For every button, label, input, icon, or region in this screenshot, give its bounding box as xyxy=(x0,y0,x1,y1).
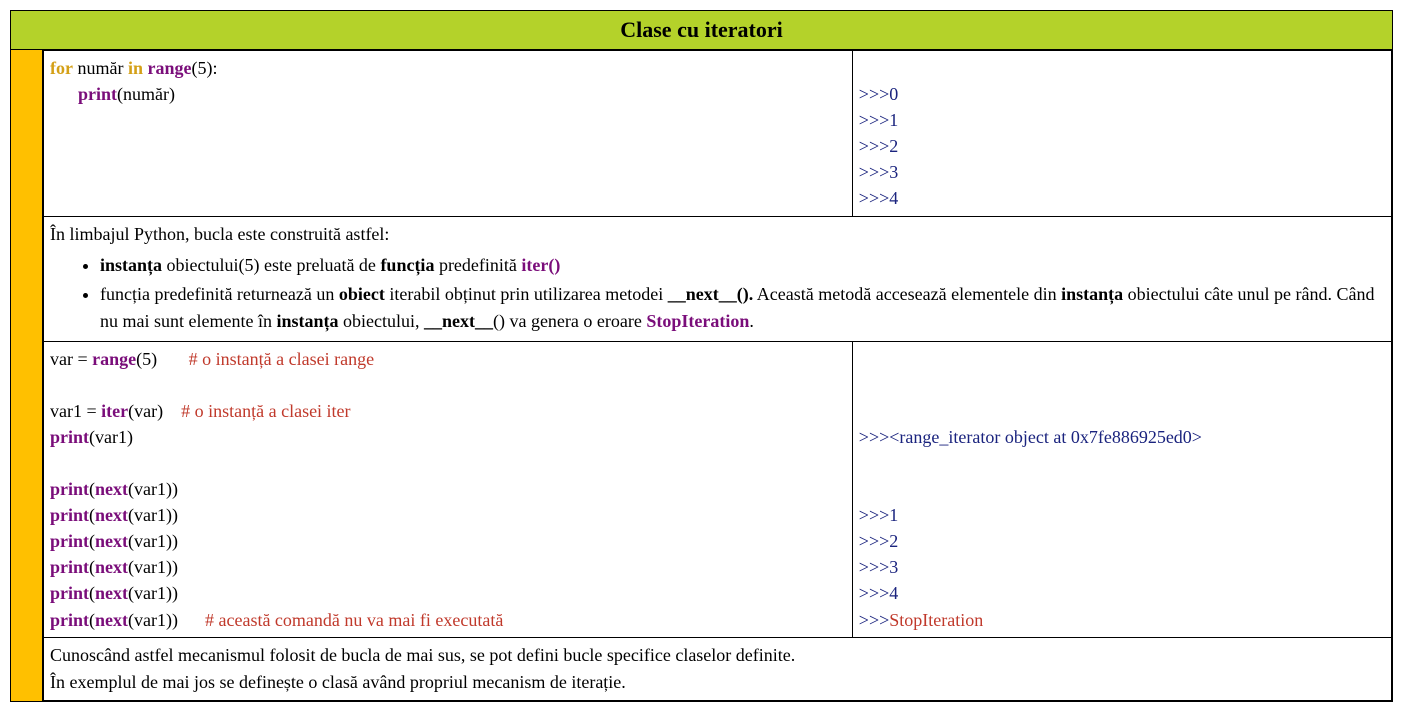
code-text: (var1)) xyxy=(128,479,178,499)
kw-iter: iter xyxy=(101,401,128,421)
kw-next: next xyxy=(95,505,128,525)
bullet-list: instanța obiectului(5) este preluată de … xyxy=(50,252,1385,335)
output-value: 0 xyxy=(889,84,898,104)
kw-in: in xyxy=(128,58,143,78)
bold-text: obiect xyxy=(339,284,385,304)
prompt: >>> xyxy=(859,557,889,577)
code-text: (var1)) xyxy=(128,557,178,577)
table-header: Clase cu iteratori xyxy=(11,11,1393,50)
prompt: >>> xyxy=(859,427,889,447)
code-text: (var1) xyxy=(89,427,133,447)
prompt: >>> xyxy=(859,188,889,208)
example-row-1: for număr in range(5): print(număr) >>>0… xyxy=(44,51,1392,217)
bold-text: instanța xyxy=(100,255,162,275)
kw-iter: iter() xyxy=(521,255,560,275)
explanation-cell-2: Cunoscând astfel mecanismul folosit de b… xyxy=(44,637,1392,700)
kw-print: print xyxy=(78,84,117,104)
output-value: 2 xyxy=(889,136,898,156)
bold-text: funcția xyxy=(380,255,434,275)
text: Această metodă accesează elementele din xyxy=(753,284,1061,304)
kw-print: print xyxy=(50,583,89,603)
text: obiectului(5) este preluată de xyxy=(162,255,380,275)
output-value: 4 xyxy=(889,188,898,208)
text: iterabil obținut prin utilizarea metodei xyxy=(385,284,668,304)
bullet-1: instanța obiectului(5) este preluată de … xyxy=(100,252,1385,279)
example-row-2: var = range(5) # o instanță a clasei ran… xyxy=(44,341,1392,637)
text: obiectului, xyxy=(338,311,423,331)
output-value: <range_iterator object at 0x7fe886925ed0… xyxy=(889,427,1202,447)
code-text: (var1)) xyxy=(128,583,178,603)
side-marker xyxy=(11,50,43,702)
prompt: >>> xyxy=(859,162,889,182)
kw-print: print xyxy=(50,531,89,551)
code-comment: # o instanță a clasei iter xyxy=(181,401,350,421)
prompt: >>> xyxy=(859,84,889,104)
output-cell-1: >>>0 >>>1 >>>2 >>>3 >>>4 xyxy=(852,51,1391,217)
prompt: >>> xyxy=(859,610,889,630)
kw-print: print xyxy=(50,505,89,525)
bold-text: __next__ xyxy=(424,311,493,331)
prompt: >>> xyxy=(859,531,889,551)
explanation-row-2: Cunoscând astfel mecanismul folosit de b… xyxy=(44,637,1392,700)
code-cell-2: var = range(5) # o instanță a clasei ran… xyxy=(44,341,853,637)
text: () va genera o eroare xyxy=(493,311,646,331)
output-cell-2: >>><range_iterator object at 0x7fe886925… xyxy=(852,341,1391,637)
kw-print: print xyxy=(50,557,89,577)
code-text: var = xyxy=(50,349,92,369)
output-value: 4 xyxy=(889,583,898,603)
kw-print: print xyxy=(50,479,89,499)
kw-range: range xyxy=(92,349,136,369)
output-value: 3 xyxy=(889,162,898,182)
kw-next: next xyxy=(95,557,128,577)
code-comment: # această comandă nu va mai fi executată xyxy=(205,610,503,630)
kw-next: next xyxy=(95,479,128,499)
lesson-table: Clase cu iteratori for număr in range(5)… xyxy=(10,10,1393,702)
output-value: 2 xyxy=(889,531,898,551)
code-text: var1 = xyxy=(50,401,101,421)
code-comment: # o instanță a clasei range xyxy=(189,349,374,369)
output-value: 3 xyxy=(889,557,898,577)
code-cell-1: for număr in range(5): print(număr) xyxy=(44,51,853,217)
code-text: (var1)) xyxy=(128,610,178,630)
explanation-row-1: În limbajul Python, bucla este construit… xyxy=(44,216,1392,341)
output-value: 1 xyxy=(889,110,898,130)
kw-next: next xyxy=(95,531,128,551)
kw-stopiteration: StopIteration xyxy=(646,311,749,331)
code-text: (număr) xyxy=(117,84,175,104)
prompt: >>> xyxy=(859,505,889,525)
prompt: >>> xyxy=(859,583,889,603)
bullet-2: funcția predefinită returnează un obiect… xyxy=(100,281,1385,335)
text: predefinită xyxy=(434,255,521,275)
code-text: (5): xyxy=(191,58,217,78)
inner-table: for număr in range(5): print(număr) >>>0… xyxy=(43,50,1392,701)
bold-text: instanța xyxy=(276,311,338,331)
code-text: număr xyxy=(73,58,128,78)
bold-text: instanța xyxy=(1061,284,1123,304)
content-cell: for număr in range(5): print(număr) >>>0… xyxy=(43,50,1393,702)
kw-for: for xyxy=(50,58,73,78)
prompt: >>> xyxy=(859,110,889,130)
code-text: (var1)) xyxy=(128,531,178,551)
kw-print: print xyxy=(50,610,89,630)
explanation-line-1: Cunoscând astfel mecanismul folosit de b… xyxy=(50,642,1385,669)
output-error: StopIteration xyxy=(889,610,983,630)
code-text: (5) xyxy=(136,349,157,369)
kw-next: next xyxy=(95,610,128,630)
kw-range: range xyxy=(147,58,191,78)
text: . xyxy=(749,311,754,331)
code-text: (var) xyxy=(128,401,163,421)
explanation-intro: În limbajul Python, bucla este construit… xyxy=(50,221,1385,248)
bold-text: __next__(). xyxy=(668,284,753,304)
prompt: >>> xyxy=(859,136,889,156)
code-text: (var1)) xyxy=(128,505,178,525)
header-title: Clase cu iteratori xyxy=(620,17,783,42)
kw-print: print xyxy=(50,427,89,447)
explanation-cell-1: În limbajul Python, bucla este construit… xyxy=(44,216,1392,341)
text: funcția predefinită returnează un xyxy=(100,284,339,304)
explanation-line-2: În exemplul de mai jos se definește o cl… xyxy=(50,669,1385,696)
kw-next: next xyxy=(95,583,128,603)
output-value: 1 xyxy=(889,505,898,525)
